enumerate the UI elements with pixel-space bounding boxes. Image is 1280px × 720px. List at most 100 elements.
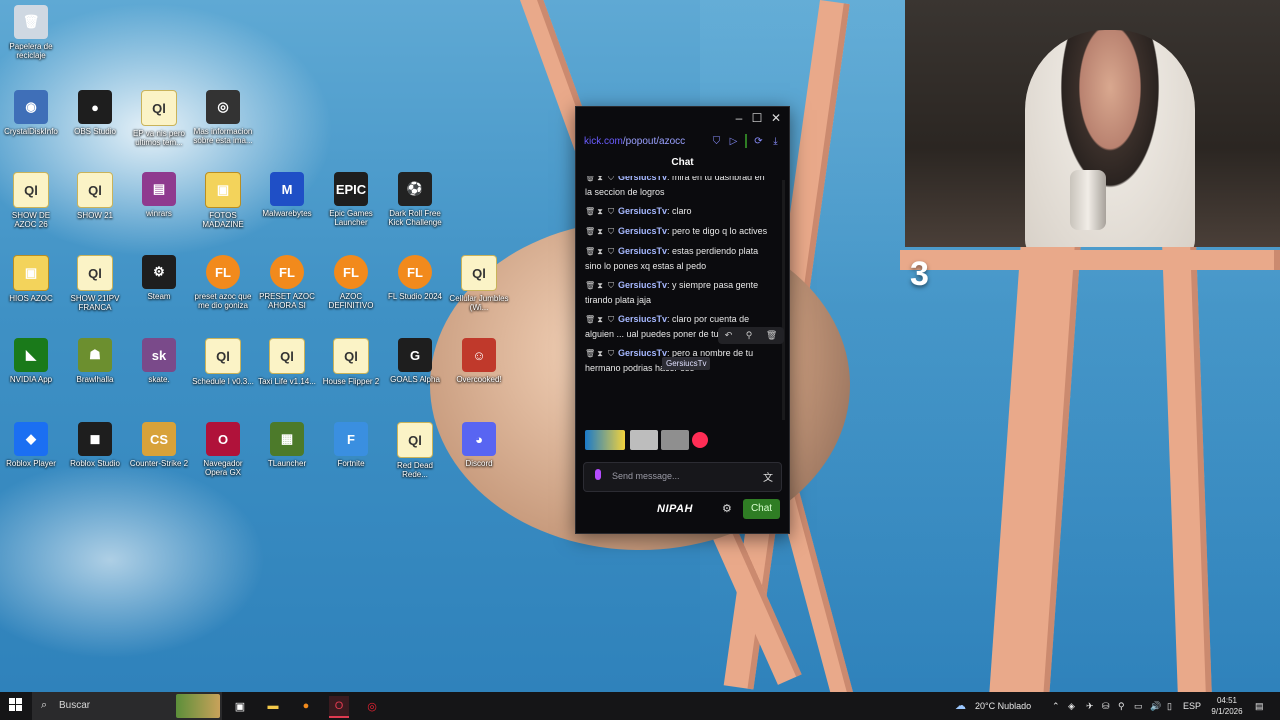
chat-message[interactable]: 🗑 ⧗ ⛉ GersiucsTv: estas perdiendo plata sin… (585, 244, 773, 273)
desktop-icon[interactable]: Ql SHOW 21IPV FRANCA (64, 255, 126, 312)
gear-icon[interactable]: ⚙ (722, 502, 732, 515)
taskbar-search[interactable]: ⌕ Buscar (32, 692, 222, 720)
timeout-icon[interactable]: ⧗ (596, 347, 604, 361)
maximize-button[interactable]: ☐ (748, 110, 766, 126)
chat-username[interactable]: GersiucsTv (618, 176, 667, 182)
desktop-icon[interactable]: sk skate. (128, 338, 190, 384)
desktop-icon[interactable]: Ql Taxi Life v1.14... (256, 338, 318, 386)
desktop-icon[interactable]: ◎ Mas informacion sobre esta ima... (192, 90, 254, 145)
desktop-icon[interactable]: Ql SHOW DE AZOC 26 (0, 172, 62, 229)
chat-username[interactable]: GersiucsTv (618, 246, 667, 256)
tray-overflow-icon[interactable]: ⌃ (1052, 701, 1060, 712)
chat-username[interactable]: GersiucsTv (618, 348, 667, 358)
send-chat-button[interactable]: Chat (743, 499, 780, 519)
desktop-icon[interactable]: ▣ FOTOS MADAZINE (192, 172, 254, 229)
opera-gx-taskbar-icon[interactable]: O (329, 696, 349, 718)
notifications-icon[interactable]: ▤ (1255, 701, 1264, 712)
microphone-icon[interactable] (595, 469, 601, 480)
task-view-icon[interactable]: ▣ (230, 696, 250, 716)
timeout-icon[interactable]: ⧗ (596, 205, 604, 219)
weather-icon[interactable]: ☁ (955, 699, 966, 712)
desktop-icon[interactable]: ◆ Roblox Player (0, 422, 62, 468)
delete-icon[interactable]: 🗑 (585, 176, 595, 185)
desktop-icon[interactable]: ☺ Overcooked! (448, 338, 510, 384)
desktop-icon[interactable]: 🗑 Papelera de reciclaje (0, 5, 62, 60)
chat-message[interactable]: 🗑 ⧗ ⛉ GersiucsTv: claro (585, 204, 773, 219)
chat-username[interactable]: GersiucsTv (618, 280, 667, 290)
desktop-icon[interactable]: ▤ winrars (128, 172, 190, 218)
weather-text[interactable]: 20°C Nublado (975, 701, 1031, 711)
desktop-icon[interactable]: O Navegador Opera GX (192, 422, 254, 477)
delete-icon[interactable]: 🗑 (585, 347, 595, 361)
emote-car[interactable] (585, 430, 625, 450)
desktop-icon[interactable]: ▦ TLauncher (256, 422, 318, 468)
chat-message[interactable]: 🗑 ⧗ ⛉ GersiucsTv: y siempre pasa gente tira… (585, 278, 773, 307)
minimize-button[interactable]: – (730, 110, 748, 126)
chat-message[interactable]: 🗑 ⧗ ⛉ GersiucsTv: pero te digo q lo actives (585, 224, 773, 239)
desktop-icon[interactable]: M Malwarebytes (256, 172, 318, 218)
desktop-icon[interactable]: F Fortnite (320, 422, 382, 468)
window-titlebar[interactable]: – ☐ ✕ (576, 107, 789, 129)
chat-username[interactable]: GersiucsTv (618, 206, 667, 216)
timeout-icon[interactable]: ⧗ (596, 176, 604, 185)
tray-app-icon[interactable]: ⚲ (1118, 701, 1125, 712)
chat-message[interactable]: 🗑 ⧗ ⛉ GersiucsTv: mira en tu dashbrad en la… (585, 176, 773, 199)
delete-icon[interactable]: 🗑 (585, 205, 595, 219)
close-button[interactable]: ✕ (767, 110, 785, 126)
desktop-icon[interactable]: FL AZOC DEFINITIVO (320, 255, 382, 310)
desktop-icon[interactable]: ☗ Brawlhalla (64, 338, 126, 384)
desktop-icon[interactable]: ◕ Discord (448, 422, 510, 468)
network-icon[interactable]: ▭ (1134, 701, 1143, 712)
desktop-icon[interactable]: ● OBS Studio (64, 90, 126, 136)
desktop-icon[interactable]: FL FL Studio 2024 (384, 255, 446, 301)
url-text[interactable]: kick.com/popout/azocc (584, 136, 705, 147)
language-indicator[interactable]: ESP (1183, 701, 1201, 711)
desktop-icon[interactable]: ◣ NVIDIA App (0, 338, 62, 384)
desktop-icon[interactable]: CS Counter-Strike 2 (128, 422, 190, 468)
timeout-icon[interactable]: ⧗ (596, 279, 604, 293)
file-explorer-icon[interactable]: ▬ (263, 696, 283, 716)
emote-heart[interactable] (692, 432, 708, 448)
desktop-icon[interactable]: Ql House Flipper 2 (320, 338, 382, 386)
desktop-icon[interactable]: ◼ Roblox Studio (64, 422, 126, 468)
desktop-icon[interactable]: FL PRESET AZOC AHORA SI (256, 255, 318, 310)
clock[interactable]: 04:51 9/1/2026 (1207, 695, 1247, 717)
desktop-icon[interactable]: FL preset azoc que me dio goniza (192, 255, 254, 310)
desktop-icon[interactable]: ⚽ Dark Roll Free Kick Challenge (384, 172, 446, 227)
tray-app-icon[interactable]: ✈ (1086, 701, 1094, 712)
desktop-icon[interactable]: Ql SHOW 21 (64, 172, 126, 220)
desktop-icon[interactable]: Ql Cellular Jumbles (Wi... (448, 255, 510, 312)
delete-icon[interactable]: 🗑 (766, 330, 777, 341)
emote-face[interactable] (630, 430, 658, 450)
start-button[interactable] (9, 698, 23, 712)
chat-message-list[interactable]: 🗑 ⧗ ⛉ GersiucsTv: mira en tu dashbrad en la… (575, 176, 785, 426)
reply-icon[interactable]: ↶ (725, 330, 733, 341)
tray-app-icon[interactable]: ◈ (1068, 701, 1075, 712)
tray-app-icon[interactable]: ⛁ (1102, 701, 1110, 712)
delete-icon[interactable]: 🗑 (585, 313, 595, 327)
download-icon[interactable]: ⤓ (770, 136, 781, 147)
desktop-icon[interactable]: ⚙ Steam (128, 255, 190, 301)
timeout-icon[interactable]: ⧗ (596, 225, 604, 239)
fl-studio-taskbar-icon[interactable]: ● (296, 696, 316, 716)
timeout-icon[interactable]: ⧗ (596, 245, 604, 259)
message-input[interactable]: Send message... 文 (583, 462, 782, 492)
delete-icon[interactable]: 🗑 (585, 279, 595, 293)
volume-icon[interactable]: 🔊 (1150, 701, 1161, 712)
desktop-icon[interactable]: ▣ HIOS AZOC (0, 255, 62, 303)
chat-username[interactable]: GersiucsTv (618, 226, 667, 236)
delete-icon[interactable]: 🗑 (585, 245, 595, 259)
chat-username[interactable]: GersiucsTv (618, 314, 667, 324)
pin-icon[interactable]: ⚲ (746, 330, 753, 341)
extensions-icon[interactable]: ⟳ (753, 136, 764, 147)
delete-icon[interactable]: 🗑 (585, 225, 595, 239)
desktop-icon[interactable]: ◉ CrystalDiskInfo (0, 90, 62, 136)
battery-icon[interactable]: ▯ (1167, 701, 1172, 712)
desktop-icon[interactable]: G GOALS Alpha (384, 338, 446, 384)
shield-icon[interactable]: ⛉ (711, 136, 722, 147)
chrome-taskbar-icon[interactable]: ◎ (362, 696, 382, 716)
address-bar[interactable]: kick.com/popout/azocc ⛉ ▷ ⟳ ⤓ (576, 129, 789, 153)
chat-scrollbar[interactable] (782, 180, 785, 420)
timeout-icon[interactable]: ⧗ (596, 313, 604, 327)
desktop-icon[interactable]: Ql Schedule I v0.3... (192, 338, 254, 386)
